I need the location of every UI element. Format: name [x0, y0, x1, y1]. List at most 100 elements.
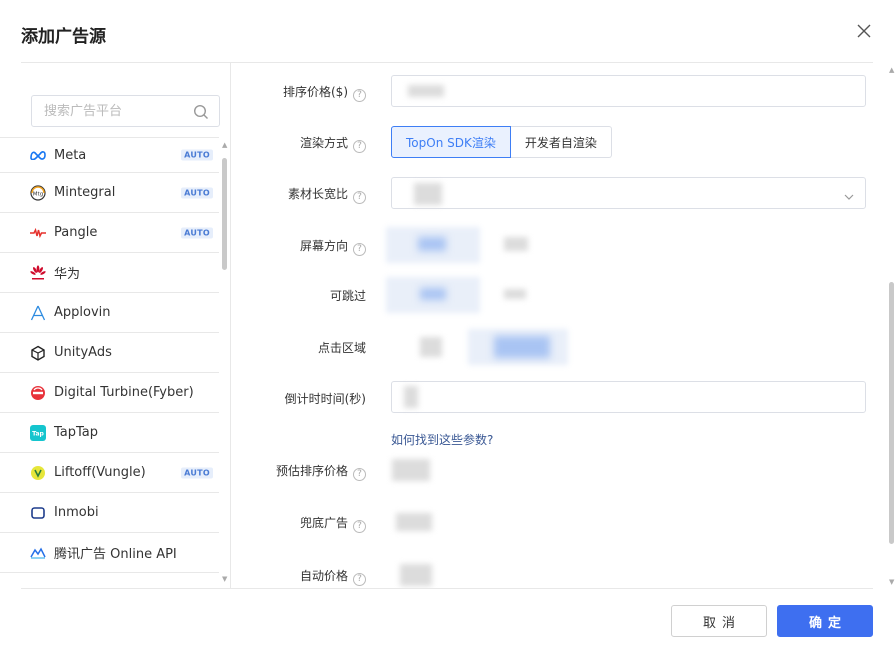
platform-name: Meta [54, 147, 87, 163]
list-item-meta[interactable]: Meta AUTO [0, 137, 219, 173]
dialog-header: 添加广告源 [0, 0, 896, 64]
redacted-value [408, 85, 444, 97]
sort-price-row: 排序价格($)? [232, 75, 872, 107]
redacted-value[interactable] [504, 289, 526, 299]
form-panel: 排序价格($)? 渲染方式? TopOn SDK渲染 开发者自渲染 素材长宽比? [232, 63, 896, 588]
list-item-tencent[interactable]: 腾讯广告 Online API [0, 533, 219, 573]
redacted-switch[interactable] [396, 513, 432, 531]
help-icon[interactable]: ? [353, 468, 366, 481]
redacted-value [414, 183, 442, 205]
estimated-price-label: 预估排序价格 [275, 464, 348, 478]
redacted-switch[interactable] [392, 459, 430, 481]
fallback-ad-row: 兜底广告? [232, 507, 872, 537]
countdown-input[interactable] [391, 381, 866, 413]
aspect-ratio-label-wrap: 素材长宽比? [288, 185, 366, 204]
huawei-icon [30, 264, 46, 281]
aspect-ratio-row: 素材长宽比? [232, 177, 872, 209]
auto-price-label-wrap: 自动价格? [300, 567, 366, 586]
countdown-row: 倒计时时间(秒) [232, 381, 872, 413]
auto-badge: AUTO [181, 467, 213, 478]
orientation-row: 屏幕方向? [232, 225, 872, 265]
list-item-huawei[interactable]: 华为 [0, 253, 219, 293]
platform-name: TapTap [54, 425, 99, 440]
platform-name: Liftoff(Vungle) [54, 465, 146, 480]
list-item-liftoff[interactable]: Liftoff(Vungle) AUTO [0, 453, 219, 493]
render-mode-label-wrap: 渲染方式? [300, 134, 366, 153]
confirm-button[interactable]: 确定 [777, 605, 873, 637]
render-mode-toggle: TopOn SDK渲染 开发者自渲染 [391, 126, 612, 158]
sort-price-input[interactable] [391, 75, 866, 107]
tencent-icon [30, 545, 46, 561]
search-icon[interactable] [193, 104, 209, 120]
list-item-pangle[interactable]: Pangle AUTO [0, 213, 219, 253]
sort-price-label: 排序价格($) [283, 85, 348, 99]
taptap-icon: Tap [30, 424, 46, 441]
redacted-value[interactable] [420, 337, 442, 357]
aspect-ratio-label: 素材长宽比 [287, 187, 348, 201]
fallback-label-wrap: 兜底广告? [300, 514, 366, 533]
close-icon[interactable] [855, 22, 873, 40]
countdown-label: 倒计时时间(秒) [284, 392, 366, 406]
list-item-applovin[interactable]: Applovin [0, 293, 219, 333]
help-icon[interactable]: ? [353, 191, 366, 204]
redacted-switch[interactable] [400, 564, 432, 586]
redacted-value [418, 237, 446, 251]
auto-badge: AUTO [181, 149, 213, 161]
digital-turbine-icon [30, 385, 46, 401]
footer-divider [21, 588, 873, 589]
auto-badge: AUTO [181, 227, 213, 238]
click-area-label: 点击区域 [317, 341, 366, 355]
unity-icon [30, 345, 46, 361]
aspect-ratio-select[interactable] [391, 177, 866, 209]
platform-list: Meta AUTO Mtg Mintegral AUTO Pangle AUTO [0, 137, 219, 573]
svg-text:Mtg: Mtg [33, 191, 43, 197]
help-icon[interactable]: ? [353, 573, 366, 586]
redacted-value[interactable] [504, 237, 528, 251]
platform-list-panel: Meta AUTO Mtg Mintegral AUTO Pangle AUTO [0, 63, 231, 588]
list-item-digital-turbine[interactable]: Digital Turbine(Fyber) [0, 373, 219, 413]
platform-name: Mintegral [54, 185, 116, 200]
scroll-down-arrow[interactable]: ▼ [222, 575, 227, 583]
form-scrollbar[interactable] [889, 282, 894, 544]
orientation-label-wrap: 屏幕方向? [300, 237, 366, 256]
help-icon[interactable]: ? [353, 243, 366, 256]
sort-price-label-wrap: 排序价格($)? [283, 83, 366, 102]
search-input[interactable] [44, 102, 184, 120]
estimated-price-row: 预估排序价格? [232, 455, 872, 485]
skippable-label: 可跳过 [329, 289, 366, 303]
redacted-value [494, 336, 550, 358]
list-item-taptap[interactable]: Tap TapTap [0, 413, 219, 453]
platform-search[interactable] [31, 95, 220, 127]
inmobi-icon [30, 505, 46, 521]
platform-name: UnityAds [54, 345, 112, 360]
countdown-label-wrap: 倒计时时间(秒) [285, 390, 366, 407]
auto-price-row: 自动价格? [232, 560, 872, 588]
list-item-inmobi[interactable]: Inmobi [0, 493, 219, 533]
list-scrollbar[interactable] [222, 158, 227, 270]
liftoff-icon [30, 465, 46, 481]
params-help-link[interactable]: 如何找到这些参数? [391, 431, 493, 448]
applovin-icon [30, 305, 46, 321]
list-item-unityads[interactable]: UnityAds [0, 333, 219, 373]
form-scroll-down-arrow[interactable]: ▼ [889, 578, 894, 586]
help-icon[interactable]: ? [353, 520, 366, 533]
click-area-label-wrap: 点击区域 [318, 339, 366, 356]
help-icon[interactable]: ? [353, 89, 366, 102]
scroll-up-arrow[interactable]: ▲ [222, 141, 227, 149]
meta-icon [30, 147, 46, 163]
orientation-label: 屏幕方向 [299, 239, 348, 253]
render-option-topon-sdk[interactable]: TopOn SDK渲染 [391, 126, 511, 158]
redacted-value [404, 386, 418, 408]
cancel-button[interactable]: 取消 [671, 605, 767, 637]
platform-name: 腾讯广告 Online API [54, 547, 177, 562]
list-item-mintegral[interactable]: Mtg Mintegral AUTO [0, 173, 219, 213]
auto-badge: AUTO [181, 187, 213, 198]
platform-name: Digital Turbine(Fyber) [54, 385, 194, 400]
form-scroll-up-arrow[interactable]: ▲ [889, 66, 894, 74]
chevron-down-icon [843, 188, 855, 200]
render-mode-row: 渲染方式? TopOn SDK渲染 开发者自渲染 [232, 126, 872, 158]
render-option-developer[interactable]: 开发者自渲染 [510, 126, 612, 158]
mintegral-icon: Mtg [30, 184, 46, 201]
help-icon[interactable]: ? [353, 140, 366, 153]
platform-name: Applovin [54, 305, 111, 320]
